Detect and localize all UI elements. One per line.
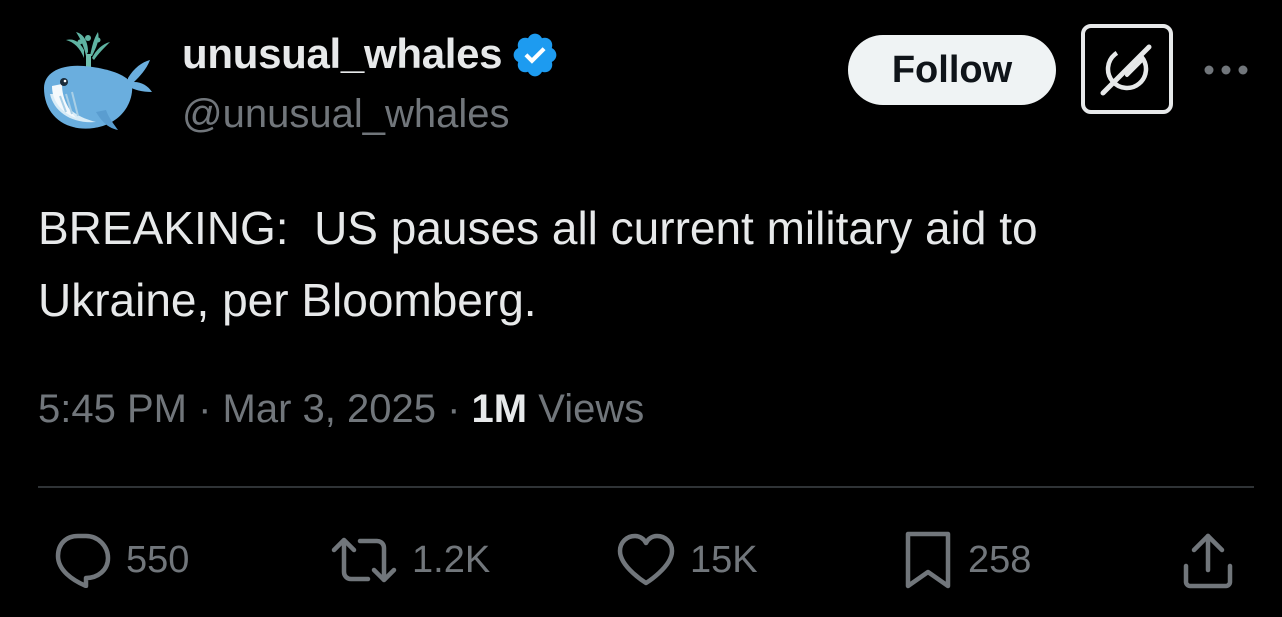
heart-icon bbox=[617, 533, 675, 586]
reply-button[interactable]: 550 bbox=[52, 530, 189, 590]
views-label: Views bbox=[538, 387, 645, 431]
tweet-meta: 5:45 PM · Mar 3, 2025 · 1M Views bbox=[38, 384, 644, 434]
display-name[interactable]: unusual_whales bbox=[182, 28, 560, 80]
whale-avatar-icon bbox=[44, 32, 152, 130]
grok-icon bbox=[1100, 44, 1152, 96]
bookmark-icon bbox=[905, 531, 951, 589]
bookmark-count: 258 bbox=[968, 539, 1032, 581]
display-name-text: unusual_whales bbox=[182, 30, 503, 77]
like-button[interactable]: 15K bbox=[616, 530, 758, 590]
reply-count: 550 bbox=[126, 539, 190, 581]
meta-separator: · bbox=[435, 387, 472, 431]
divider bbox=[38, 486, 1254, 488]
meta-separator: · bbox=[186, 387, 223, 431]
share-button[interactable] bbox=[1180, 530, 1236, 590]
views-count: 1M bbox=[471, 387, 528, 431]
tweet-text: BREAKING: US pauses all current military… bbox=[38, 202, 1038, 326]
more-dots-icon bbox=[1204, 65, 1248, 75]
repost-button[interactable]: 1.2K bbox=[330, 530, 490, 590]
tweet-date[interactable]: Mar 3, 2025 bbox=[223, 387, 436, 431]
like-count: 15K bbox=[690, 539, 758, 581]
follow-button[interactable]: Follow bbox=[848, 35, 1056, 105]
repost-icon bbox=[331, 537, 397, 583]
repost-count: 1.2K bbox=[412, 539, 491, 581]
reply-icon bbox=[55, 533, 111, 588]
user-handle[interactable]: @unusual_whales bbox=[182, 88, 509, 140]
share-icon bbox=[1183, 533, 1233, 589]
verified-badge-icon bbox=[513, 33, 557, 77]
bookmark-button[interactable]: 258 bbox=[902, 530, 1031, 590]
grok-button[interactable] bbox=[1081, 24, 1173, 114]
tweet-time[interactable]: 5:45 PM bbox=[38, 387, 187, 431]
more-options-button[interactable] bbox=[1202, 50, 1250, 90]
avatar[interactable] bbox=[36, 26, 154, 136]
